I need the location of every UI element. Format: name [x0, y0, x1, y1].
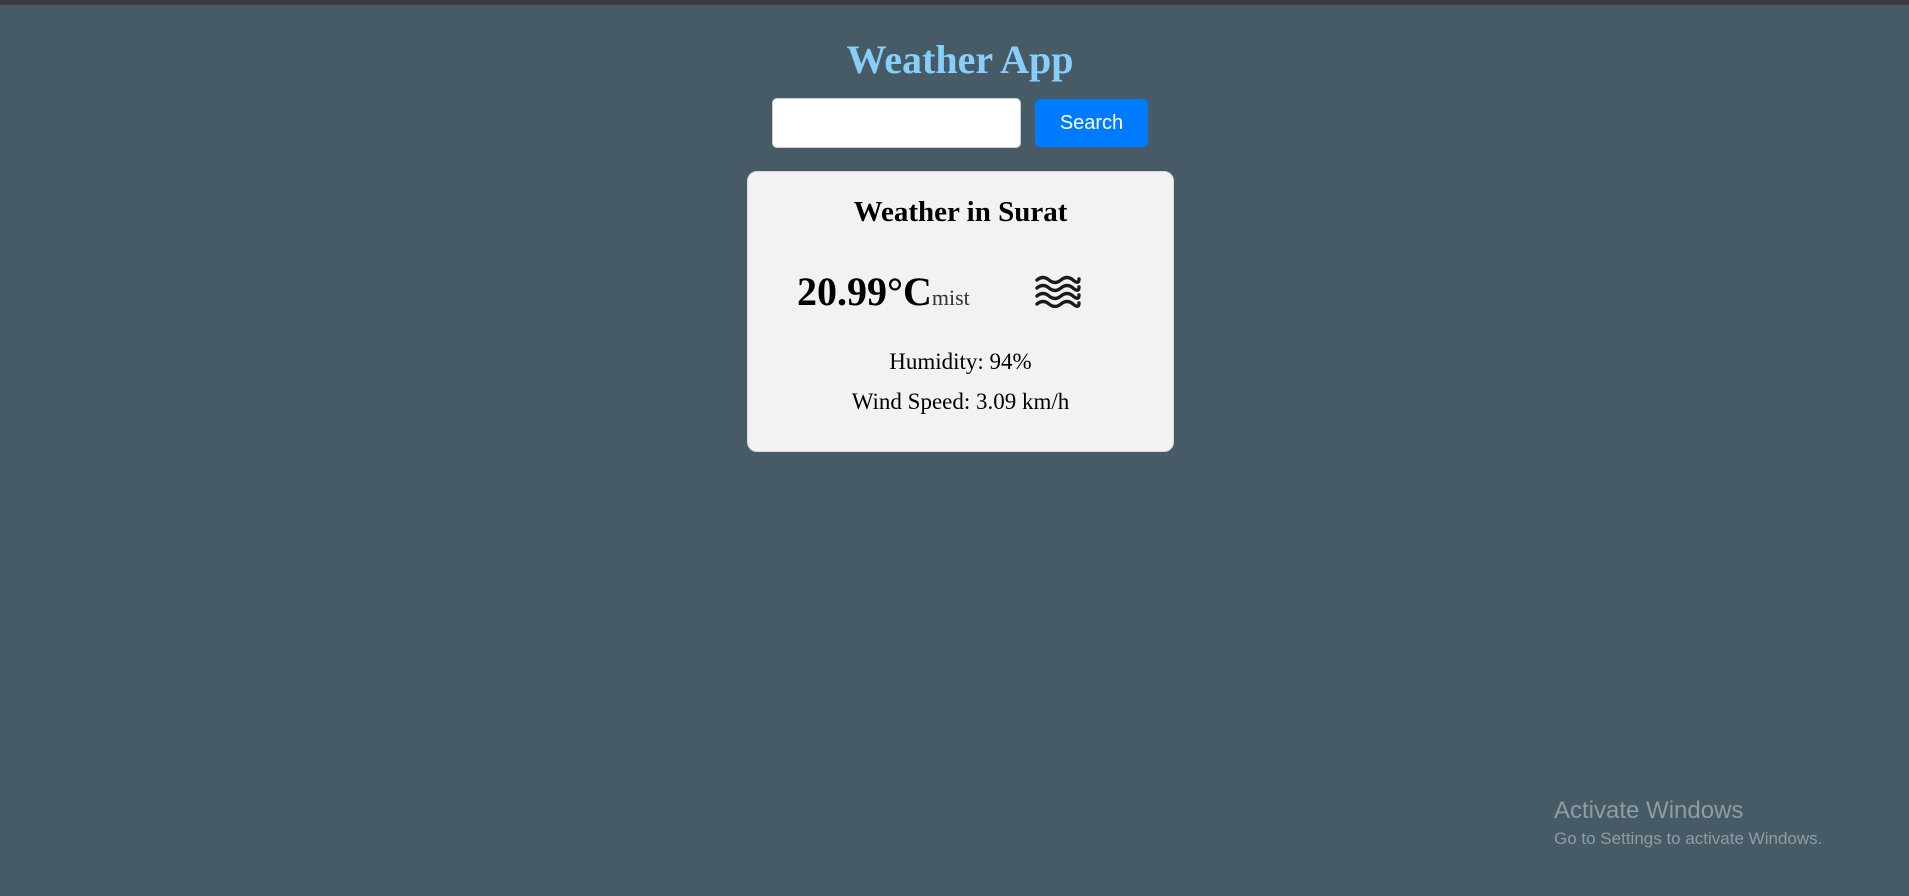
- temperature-value: 20.99°C: [797, 269, 932, 314]
- temperature-row: 20.99°Cmist: [797, 264, 970, 320]
- mist-icon: [1035, 275, 1081, 308]
- watermark-subtitle: Go to Settings to activate Windows.: [1554, 829, 1823, 848]
- wind-speed-text: Wind Speed: 3.09 km/h: [851, 389, 1070, 414]
- weather-location-heading: Weather in Surat: [853, 196, 1068, 228]
- search-button[interactable]: Search: [1035, 99, 1148, 147]
- weather-condition: mist: [931, 285, 970, 310]
- weather-card: Weather in Surat 20.99°Cmist Humidity: 9…: [747, 171, 1174, 452]
- city-search-input[interactable]: [772, 98, 1021, 148]
- windows-activation-watermark: Activate Windows Go to Settings to activ…: [1554, 796, 1822, 850]
- watermark-title: Activate Windows: [1554, 797, 1744, 824]
- browser-top-strip: [0, 0, 1909, 5]
- humidity-text: Humidity: 94%: [889, 349, 1032, 374]
- app-title: Weather App: [846, 37, 1074, 82]
